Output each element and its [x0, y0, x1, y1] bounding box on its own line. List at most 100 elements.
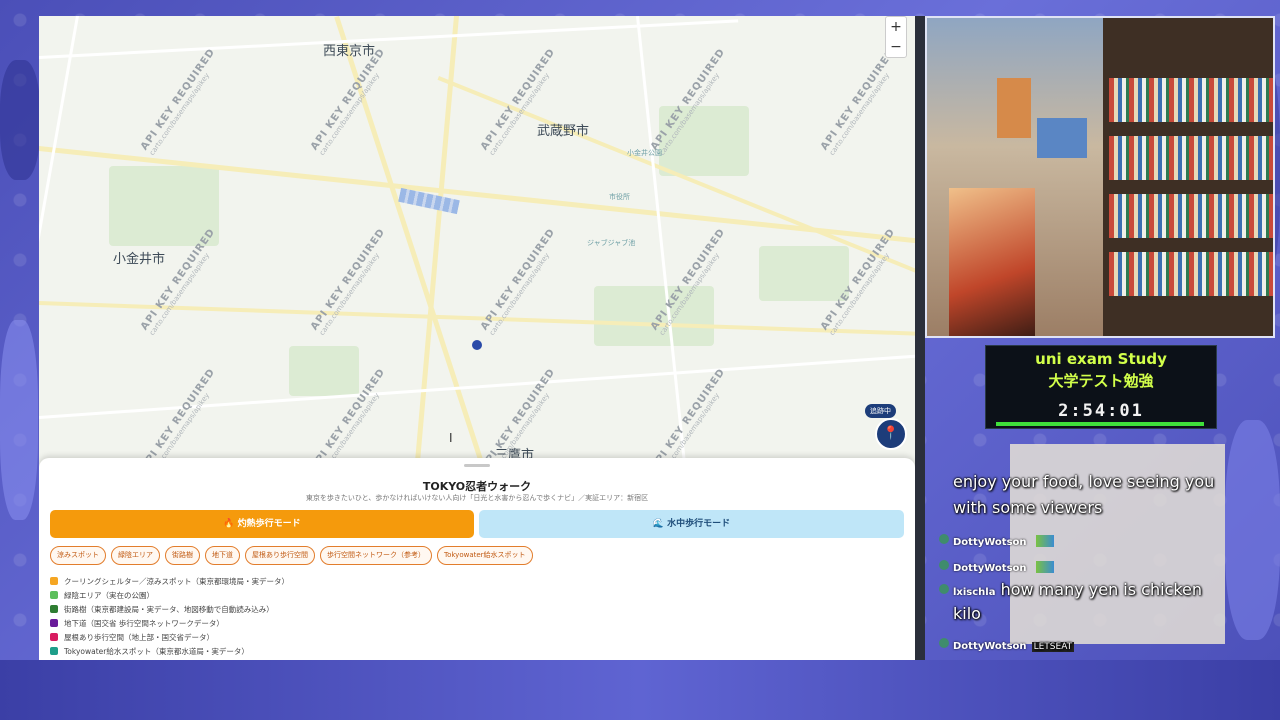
- chip-cooling-spot[interactable]: 涼みスポット: [50, 546, 106, 565]
- chat-message: DottyWotson: [939, 530, 1054, 549]
- book-row: [1109, 136, 1273, 180]
- poi-label: 小金井公園: [627, 149, 662, 157]
- heat-walk-mode-button[interactable]: 🔥 灼熱歩行モード: [50, 510, 474, 538]
- poster-small: [997, 78, 1031, 138]
- chat-badge-icon: [939, 584, 949, 594]
- legend-row: 地下道（国交省 歩行空間ネットワークデータ）: [50, 616, 289, 630]
- chip-green-shade[interactable]: 緑陰エリア: [111, 546, 160, 565]
- legend-row: Tokyowater給水スポット（東京都水道局・実データ）: [50, 644, 289, 658]
- legend-row: 街路樹（東京都建設局・実データ、地図移動で自動読み込み）: [50, 602, 289, 616]
- app-title: TOKYO忍者ウォーク: [422, 480, 532, 493]
- app-subtitle: 東京を歩きたいひと、歩かなければいけない人向け「日光と水害から忍んで歩くナビ」／…: [305, 494, 649, 502]
- current-location-marker: [472, 340, 482, 350]
- poi-label: ジャブジャブ池: [587, 239, 636, 247]
- dragon-poster: [949, 188, 1035, 336]
- chat-text: how many yen is chicken: [1000, 580, 1203, 599]
- chat-message: with some viewers: [953, 498, 1102, 517]
- api-key-watermark: API KEY REQUIRED carto.com/basemaps/apike…: [139, 46, 218, 157]
- api-key-watermark: API KEY REQUIRED carto.com/basemaps/apike…: [819, 46, 898, 157]
- legend-swatch: [50, 605, 58, 613]
- backdrop-blob: [0, 320, 38, 520]
- chat-text: with some viewers: [953, 498, 1103, 517]
- timer-title-english: uni exam Study: [1035, 350, 1167, 368]
- info-bottom-sheet: TOKYO忍者ウォーク 東京を歩きたいひと、歩かなければいけない人向け「日光と水…: [39, 458, 915, 660]
- legend-label: 緑陰エリア（実在の公園）: [64, 590, 154, 600]
- legend-label: Tokyowater給水スポット（東京都水道局・実データ）: [64, 646, 249, 656]
- book-row: [1109, 194, 1273, 238]
- legend-row: 緑陰エリア（実在の公園）: [50, 588, 289, 602]
- text-cursor-icon: I: [449, 431, 453, 445]
- minor-road: [636, 16, 689, 476]
- locate-me-button[interactable]: 📍: [875, 418, 907, 450]
- chat-badge-icon: [939, 534, 949, 544]
- minor-road: [39, 354, 915, 419]
- map-legend: クーリングシェルター／涼みスポット（東京都環境局・実データ） 緑陰エリア（実在の公…: [50, 574, 289, 658]
- chip-tokyowater[interactable]: Tokyowater給水スポット: [437, 546, 533, 565]
- chat-badge-icon: [939, 560, 949, 570]
- park-area: [594, 286, 714, 346]
- bottom-decor-strip: [0, 660, 1280, 720]
- sheet-drag-handle[interactable]: [464, 464, 490, 467]
- timer-progress-bar: [996, 422, 1204, 426]
- timer-countdown: 2:54:01: [1058, 401, 1144, 421]
- minor-road: [39, 16, 79, 476]
- map-canvas[interactable]: API KEY REQUIRED carto.com/basemaps/apike…: [39, 16, 915, 476]
- book-row: [1109, 252, 1273, 296]
- map-app-window: API KEY REQUIRED carto.com/basemaps/apike…: [39, 16, 915, 660]
- legend-swatch: [50, 591, 58, 599]
- legend-label: 街路樹（東京都建設局・実データ、地図移動で自動読み込み）: [64, 604, 274, 614]
- chat-text: enjoy your food, love seeing you: [953, 472, 1215, 491]
- chat-username[interactable]: DottyWotson: [953, 641, 1027, 652]
- api-key-watermark: API KEY REQUIRED carto.com/basemaps/apike…: [309, 226, 388, 337]
- chat-text: kilo: [953, 604, 981, 623]
- legend-label: 屋根あり歩行空間（地上部・国交省データ）: [64, 632, 214, 642]
- chat-message: kilo: [953, 604, 981, 623]
- legend-swatch: [50, 633, 58, 641]
- chip-street-trees[interactable]: 街路樹: [165, 546, 200, 565]
- book-row: [1109, 78, 1273, 122]
- chat-message: DottyWotson: [939, 556, 1054, 575]
- legend-label: 地下道（国交省 歩行空間ネットワークデータ）: [64, 618, 224, 628]
- chat-username[interactable]: DottyWotson: [953, 537, 1027, 548]
- emote-icon: [1035, 534, 1054, 547]
- chat-message: lxischla how many yen is chicken: [939, 580, 1203, 599]
- underwater-walk-mode-button[interactable]: 🌊 水中歩行モード: [479, 510, 904, 538]
- chip-walk-network[interactable]: 歩行空間ネットワーク（参考）: [320, 546, 432, 565]
- legend-swatch: [50, 619, 58, 627]
- legend-row: クーリングシェルター／涼みスポット（東京都環境局・実データ）: [50, 574, 289, 588]
- study-timer-panel: uni exam Study 大学テスト勉強 2:54:01: [985, 345, 1217, 429]
- city-label: 小金井市: [113, 252, 166, 267]
- poster-small: [1037, 118, 1087, 158]
- chat-overlay: enjoy your food, love seeing you with som…: [935, 444, 1227, 660]
- timer-title-japanese: 大学テスト勉強: [1048, 372, 1154, 390]
- backdrop-blob: [1225, 420, 1280, 640]
- legend-swatch: [50, 577, 58, 585]
- chip-covered-walkway[interactable]: 屋根あり歩行空間: [245, 546, 315, 565]
- backdrop-blob: [0, 60, 40, 180]
- zoom-in-button[interactable]: +: [886, 17, 906, 37]
- park-area: [759, 246, 849, 301]
- chat-username[interactable]: lxischla: [953, 587, 995, 598]
- timer-progress-fill: [996, 422, 1204, 426]
- chip-underpass[interactable]: 地下道: [205, 546, 240, 565]
- legend-label: クーリングシェルター／涼みスポット（東京都環境局・実データ）: [64, 576, 289, 586]
- legend-row: 屋根あり歩行空間（地上部・国交省データ）: [50, 630, 289, 644]
- location-pin-icon: 📍: [882, 426, 900, 441]
- chat-badge-icon: [939, 638, 949, 648]
- city-label: 武蔵野市: [537, 124, 590, 139]
- scroll-gutter: [915, 16, 925, 660]
- zoom-controls: + −: [885, 16, 907, 58]
- tracking-badge: 追跡中: [865, 404, 896, 418]
- chat-message: DottyWotson LETSEAT: [939, 634, 1075, 653]
- legend-swatch: [50, 647, 58, 655]
- emote-icon: [1035, 560, 1054, 573]
- poi-label: 市役所: [609, 193, 630, 201]
- chat-text: LETSEAT: [1031, 642, 1075, 652]
- layer-filter-chips: 涼みスポット 緑陰エリア 街路樹 地下道 屋根あり歩行空間 歩行空間ネットワーク…: [50, 546, 533, 565]
- chat-username[interactable]: DottyWotson: [953, 563, 1027, 574]
- chat-message: enjoy your food, love seeing you: [953, 472, 1214, 491]
- webcam-feed: [925, 16, 1275, 338]
- park-area: [289, 346, 359, 396]
- zoom-out-button[interactable]: −: [886, 37, 906, 57]
- city-label: 西東京市: [323, 44, 376, 59]
